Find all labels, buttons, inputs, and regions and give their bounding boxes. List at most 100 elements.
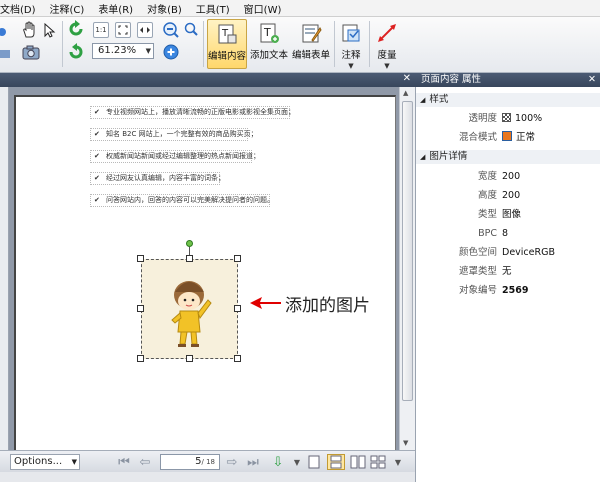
annotation-arrow-icon: [250, 297, 281, 309]
property-key: 颜色空间: [458, 247, 497, 258]
zoom-level-value: 61.23%: [98, 45, 137, 56]
resize-handle[interactable]: [137, 355, 144, 362]
section-style[interactable]: ◢ 样式: [416, 93, 600, 107]
close-icon[interactable]: ✕: [588, 73, 596, 87]
property-row-color-space[interactable]: 颜色空间 DeviceRGB: [416, 243, 600, 262]
property-row-opacity[interactable]: 透明度 100%: [416, 109, 600, 128]
resize-handle[interactable]: [234, 255, 241, 262]
resize-handle[interactable]: [234, 355, 241, 362]
zoom-out-icon[interactable]: [162, 21, 180, 39]
cartoon-figure-image: [171, 281, 212, 347]
list-item[interactable]: ✔ 专业视频网站上，播放清晰流畅的正版电影或影视全集页面；: [90, 106, 295, 119]
snapshot-icon[interactable]: [22, 43, 40, 61]
page-number-input[interactable]: 5/ 18: [160, 454, 220, 470]
checker-swatch-icon: [502, 113, 511, 122]
toolbar-separator: [334, 21, 335, 67]
scroll-down-icon[interactable]: ▼: [403, 439, 408, 447]
rotation-handle[interactable]: [186, 240, 193, 247]
resize-handle[interactable]: [186, 355, 193, 362]
toolbar-partial-icon-2[interactable]: [0, 45, 14, 63]
select-arrow-icon[interactable]: [40, 21, 58, 39]
resize-handle[interactable]: [234, 305, 241, 312]
section-image-details[interactable]: ◢ 图片详情: [416, 150, 600, 164]
left-panel-collapsed[interactable]: [0, 87, 9, 450]
rotate-counterclockwise-icon[interactable]: [67, 43, 85, 61]
edit-form-label: 编辑表单: [291, 50, 330, 61]
collapse-triangle-icon: ◢: [420, 153, 426, 161]
go-back-icon[interactable]: ⇩: [270, 454, 286, 470]
property-value: 200: [502, 171, 521, 182]
scrollbar-thumb[interactable]: [402, 101, 413, 401]
edit-form-icon: [300, 22, 322, 44]
comment-button[interactable]: 注释 ▼: [337, 19, 365, 70]
zoom-marquee-icon[interactable]: [184, 21, 198, 39]
chevron-down-icon: ▼: [348, 62, 354, 70]
vertical-scrollbar[interactable]: ▲ ▼: [399, 87, 415, 450]
menu-tools[interactable]: 工具(T): [189, 1, 237, 16]
options-label: Options...: [14, 456, 63, 467]
list-item[interactable]: ✔ 权威新闻站新闻或经过编辑整理的热点新闻报道；: [90, 150, 260, 163]
add-text-label: 添加文本: [249, 50, 288, 61]
resize-handle[interactable]: [137, 255, 144, 262]
svg-text:T: T: [263, 26, 271, 39]
total-pages: / 18: [201, 458, 216, 466]
menu-object[interactable]: 对象(B): [140, 1, 189, 16]
single-page-view-icon[interactable]: [306, 454, 322, 470]
facing-view-icon[interactable]: [350, 454, 366, 470]
hand-tool-icon[interactable]: [20, 21, 38, 39]
scroll-up-icon[interactable]: ▲: [403, 89, 408, 97]
check-icon: ✔: [94, 174, 100, 182]
first-page-icon[interactable]: ⏮: [116, 454, 132, 470]
menu-bar: 文档(D) 注释(C) 表单(R) 对象(B) 工具(T) 窗口(W): [0, 0, 600, 17]
resize-handle[interactable]: [186, 255, 193, 262]
property-value: 8: [502, 228, 509, 239]
horizontal-scrollbar[interactable]: [0, 472, 415, 482]
options-dropdown[interactable]: Options... ▼: [10, 454, 80, 470]
last-page-icon[interactable]: ⏭: [245, 454, 261, 470]
resize-handle[interactable]: [137, 305, 144, 312]
property-row-blend-mode[interactable]: 混合模式 正常: [416, 128, 600, 147]
add-text-button[interactable]: T 添加文本: [249, 19, 289, 69]
measure-icon: [376, 22, 398, 44]
property-row-object-number[interactable]: 对象编号 2569: [416, 281, 600, 300]
actual-size-icon[interactable]: 1:1: [93, 22, 109, 38]
facing-continuous-view-icon[interactable]: [370, 454, 386, 470]
property-row-mask-type[interactable]: 遮罩类型 无: [416, 262, 600, 281]
fit-width-icon[interactable]: [137, 22, 153, 38]
toolbar-partial-icon[interactable]: [0, 23, 10, 41]
property-row-width[interactable]: 宽度 200: [416, 167, 600, 186]
list-item[interactable]: ✔ 知名 B2C 网站上，一个完整有效的商品购买页；: [90, 128, 258, 141]
menu-form[interactable]: 表单(R): [91, 1, 140, 16]
document-tab-strip: ✕: [0, 73, 415, 87]
menu-document[interactable]: 文档(D): [0, 1, 43, 16]
zoom-in-icon[interactable]: [162, 43, 180, 61]
list-item[interactable]: ✔ 问答网站内，回答的内容可以完美解决提问者的问题。: [90, 194, 274, 207]
comment-label: 注释: [341, 50, 361, 61]
measure-button[interactable]: 度量 ▼: [373, 19, 401, 70]
menu-window[interactable]: 窗口(W): [237, 1, 289, 16]
chevron-down-icon[interactable]: ▼: [289, 454, 305, 470]
rotate-clockwise-icon[interactable]: [67, 20, 85, 38]
edit-content-label: 编辑内容: [208, 51, 247, 62]
property-row-bpc[interactable]: BPC 8: [416, 224, 600, 243]
menu-comment[interactable]: 注释(C): [43, 1, 92, 16]
section-style-label: 样式: [429, 94, 449, 105]
zoom-level-select[interactable]: 61.23% ▼: [92, 43, 154, 59]
previous-page-icon[interactable]: ⇦: [137, 454, 153, 470]
fit-page-icon[interactable]: [115, 22, 131, 38]
edit-form-button[interactable]: 编辑表单: [291, 19, 331, 69]
continuous-view-icon[interactable]: [326, 454, 346, 470]
property-row-type[interactable]: 类型 图像: [416, 205, 600, 224]
close-icon[interactable]: ✕: [403, 73, 411, 84]
edit-content-button[interactable]: T 编辑内容: [207, 19, 247, 69]
chevron-down-icon[interactable]: ▼: [390, 454, 406, 470]
page-navigation-bar: Options... ▼ ⏮ ⇦ 5/ 18 ⇨ ⏭ ⇩ ▼ ▼: [0, 450, 415, 472]
list-item-text: 经过网友认真编辑，内容丰富的词条；: [106, 174, 225, 182]
selected-image[interactable]: [141, 259, 238, 359]
property-row-height[interactable]: 高度 200: [416, 186, 600, 205]
comment-icon: [340, 22, 362, 44]
next-page-icon[interactable]: ⇨: [224, 454, 240, 470]
check-icon: ✔: [94, 108, 100, 116]
property-key: 对象编号: [458, 285, 497, 296]
list-item[interactable]: ✔ 经过网友认真编辑，内容丰富的词条；: [90, 172, 225, 185]
